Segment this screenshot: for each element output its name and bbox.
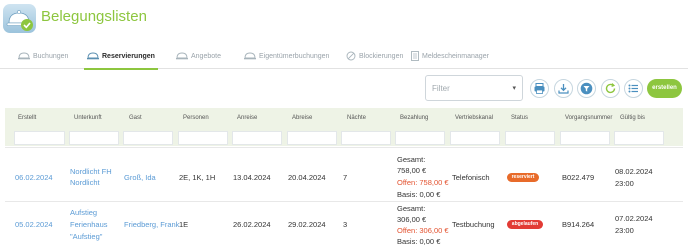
row-2-personen: 1E — [179, 220, 189, 229]
column-header-abreise[interactable]: Abreise — [292, 115, 312, 121]
row-divider — [5, 201, 683, 202]
row-2-gueltig-bis-date: 07.02.2024 — [615, 214, 653, 223]
row-1-naechte: 7 — [343, 173, 348, 182]
row-1-unterkunft-line-1[interactable]: Nordlicht FH — [70, 166, 112, 177]
block-icon — [346, 51, 356, 63]
filter-field-anreise[interactable] — [232, 131, 282, 145]
column-header-naechte[interactable]: Nächte — [347, 115, 366, 121]
row-1-bezahlung-gesamt-label: Gesamt: — [397, 155, 426, 164]
column-header-unterkunft[interactable]: Unterkunft — [74, 115, 102, 121]
filter-field-vertriebskanal[interactable] — [450, 131, 500, 145]
tab-label: Eigentümerbuchungen — [259, 53, 330, 60]
tab-reservierungen[interactable]: Reservierungen — [84, 45, 158, 70]
row-2-abreise: 29.02.2024 — [288, 220, 326, 229]
filter-field-status[interactable] — [505, 131, 555, 145]
row-1-vorgangsnummer[interactable]: B022.479 — [562, 172, 594, 183]
print-button[interactable] — [530, 79, 549, 98]
column-header-bezahlung[interactable]: Bezahlung — [400, 115, 428, 121]
column-header-status[interactable]: Status — [511, 115, 528, 121]
column-header-gueltig-bis[interactable]: Gültig bis — [620, 115, 645, 121]
filter-button[interactable] — [577, 79, 596, 98]
row-divider — [5, 147, 683, 148]
status-badge: abgelaufen — [507, 220, 543, 229]
row-1-gueltig-bis-date: 08.02.2024 — [615, 167, 653, 176]
row-2-gast[interactable]: Friedberg, Frank — [124, 219, 179, 230]
print-icon — [534, 83, 545, 94]
column-header-erstellt[interactable]: Erstellt — [18, 115, 36, 121]
row-2-gueltig-bis-time: 23:00 — [615, 226, 634, 235]
bell-icon — [176, 51, 188, 62]
row-1-gast[interactable]: Groß, Ida — [124, 172, 156, 183]
filter-field-unterkunft[interactable] — [69, 131, 119, 145]
status-badge: reserviert — [507, 173, 539, 182]
row-1-erstellt[interactable]: 06.02.2024 — [15, 172, 53, 183]
tab-eigentuemerbuchungen[interactable]: Eigentümerbuchungen — [244, 45, 329, 68]
filter-field-gast[interactable] — [123, 131, 173, 145]
app-logo-icon — [3, 4, 36, 33]
tab-label: Angebote — [191, 53, 221, 60]
filter-field-naechte[interactable] — [341, 131, 391, 145]
page-title: Belegungslisten — [41, 8, 147, 25]
tab-label: Reservierungen — [102, 53, 155, 60]
download-icon — [558, 84, 569, 94]
list-icon — [628, 84, 638, 93]
column-header-personen[interactable]: Personen — [183, 115, 209, 121]
row-1-gueltig-bis-time: 23:00 — [615, 179, 634, 188]
tab-blockierungen[interactable]: Blockierungen — [346, 45, 403, 68]
column-header-gast[interactable]: Gast — [129, 115, 142, 121]
filter-field-vorgangsnummer[interactable] — [560, 131, 610, 145]
column-header-vertriebskanal[interactable]: Vertriebskanal — [455, 115, 493, 121]
chevron-down-icon: ▾ — [512, 85, 516, 92]
bell-icon — [87, 51, 99, 62]
row-2-naechte: 3 — [343, 220, 348, 229]
row-2-unterkunft-line-1[interactable]: Aufstieg — [70, 207, 97, 218]
row-2-erstellt[interactable]: 05.02.2024 — [15, 219, 53, 230]
row-2-bezahlung-gesamt-label: Gesamt: — [397, 204, 426, 213]
tab-buchungen[interactable]: Buchungen — [18, 45, 68, 68]
bell-icon — [18, 51, 30, 62]
row-2-vertriebskanal: Testbuchung — [452, 220, 495, 229]
row-2-vorgangsnummer[interactable]: B914.264 — [562, 219, 594, 230]
row-1-unterkunft-line-2[interactable]: Nordlicht — [70, 177, 100, 188]
row-2-unterkunft-line-2[interactable]: Ferienhaus — [70, 219, 108, 230]
tab-label: Buchungen — [33, 53, 69, 60]
tab-bar: Buchungen Reservierungen Angebote Eigent… — [0, 45, 688, 70]
refresh-button[interactable] — [601, 79, 620, 98]
download-button[interactable] — [554, 79, 573, 98]
create-button[interactable]: erstellen — [647, 79, 682, 98]
row-1-anreise: 13.04.2024 — [233, 173, 271, 182]
row-1-bezahlung-gesamt: 758,00 € — [397, 166, 427, 175]
filter-select[interactable]: Filter ▾ — [425, 75, 523, 101]
row-2-anreise: 26.02.2024 — [233, 220, 271, 229]
list-button[interactable] — [624, 79, 643, 98]
filter-field-erstellt[interactable] — [14, 131, 65, 145]
bell-icon — [244, 51, 256, 62]
row-1-bezahlung-basis: Basis: 0,00 € — [397, 190, 441, 199]
row-2-bezahlung-basis: Basis: 0,00 € — [397, 237, 441, 246]
filter-field-bezahlung[interactable] — [395, 131, 445, 145]
row-1-personen: 2E, 1K, 1H — [179, 173, 216, 182]
refresh-icon — [605, 83, 616, 94]
filter-field-gueltig-bis[interactable] — [614, 131, 664, 145]
column-header-anreise[interactable]: Anreise — [237, 115, 257, 121]
filter-field-abreise[interactable] — [287, 131, 337, 145]
row-2-bezahlung-offen: Offen: 306,00 € — [397, 226, 449, 235]
row-1-bezahlung-offen: Offen: 758,00 € — [397, 178, 449, 187]
tab-label: Blockierungen — [359, 53, 404, 60]
tab-meldescheinmanager[interactable]: Meldescheinmanager — [411, 45, 489, 68]
row-1-vertriebskanal: Telefonisch — [452, 173, 490, 182]
filter-placeholder: Filter — [432, 84, 450, 93]
filter-field-personen[interactable] — [178, 131, 228, 145]
tab-label: Meldescheinmanager — [422, 53, 489, 60]
row-1-abreise: 20.04.2024 — [288, 173, 326, 182]
tab-angebote[interactable]: Angebote — [176, 45, 221, 68]
document-icon — [411, 50, 419, 63]
page-header: Belegungslisten — [0, 0, 688, 36]
filter-icon — [580, 82, 593, 95]
row-2-bezahlung-gesamt: 306,00 € — [397, 215, 427, 224]
row-2-unterkunft-line-3[interactable]: "Aufstieg" — [70, 231, 102, 242]
column-header-vorgangsnummer[interactable]: Vorgangsnummer — [565, 115, 612, 121]
